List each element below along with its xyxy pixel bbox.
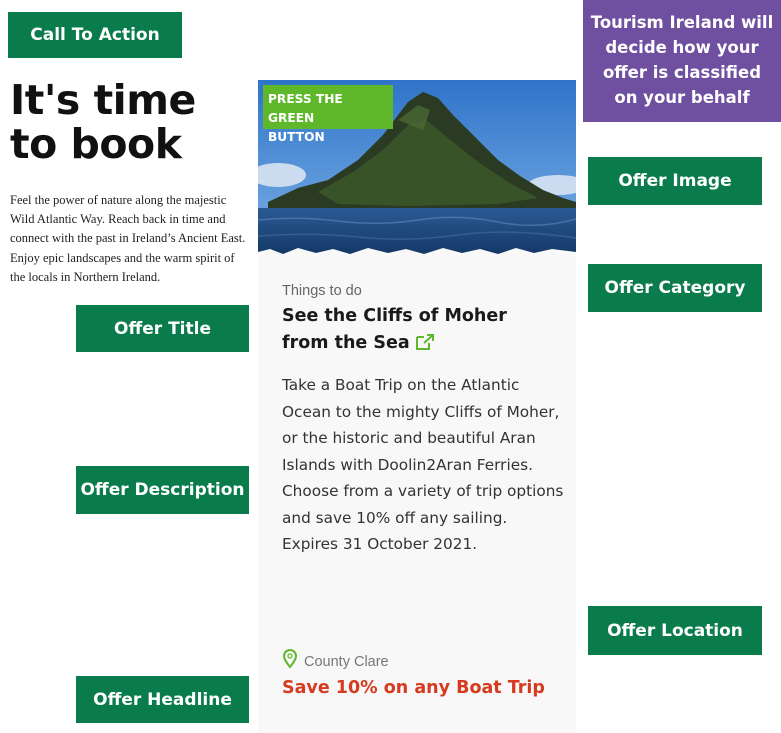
offer-title-label: Offer Title <box>76 305 249 352</box>
offer-category: Things to do <box>282 283 362 299</box>
offer-image-label: Offer Image <box>588 157 762 205</box>
offer-headline-label: Offer Headline <box>76 676 249 723</box>
offer-location-label: Offer Location <box>588 606 762 655</box>
offer-headline: Save 10% on any Boat Trip <box>282 678 545 698</box>
offer-image[interactable]: PRESS THE GREEN BUTTON <box>258 80 576 258</box>
intro-text: Feel the power of nature along the majes… <box>10 193 246 284</box>
offer-location-text: County Clare <box>304 653 389 670</box>
banner-line-1: PRESS THE GREEN <box>268 92 343 125</box>
banner-line-2: BUTTON <box>268 130 325 144</box>
classification-note-line-2: decide how your <box>605 38 759 57</box>
classification-note-line-3: offer is classified <box>602 63 762 82</box>
offer-category-label: Offer Category <box>588 264 762 312</box>
offer-title[interactable]: See the Cliffs of Moher from the Sea <box>282 303 542 360</box>
offer-title-text[interactable]: See the Cliffs of Moher from the Sea <box>282 306 507 353</box>
press-green-button-banner: PRESS THE GREEN BUTTON <box>263 85 393 144</box>
call-to-action-label: Call To Action <box>8 12 182 58</box>
map-pin-icon <box>282 649 298 674</box>
classification-note: Tourism Ireland will decide how your off… <box>583 0 781 122</box>
classification-note-line-4: on your behalf <box>614 88 750 107</box>
external-link-icon[interactable] <box>415 333 435 360</box>
offer-location: County Clare <box>282 649 389 674</box>
page-headline: It's time to book <box>10 76 196 168</box>
classification-note-line-1: Tourism Ireland will <box>590 13 774 32</box>
offer-description-label: Offer Description <box>76 466 249 514</box>
offer-description: Take a Boat Trip on the Atlantic Ocean t… <box>282 376 564 553</box>
